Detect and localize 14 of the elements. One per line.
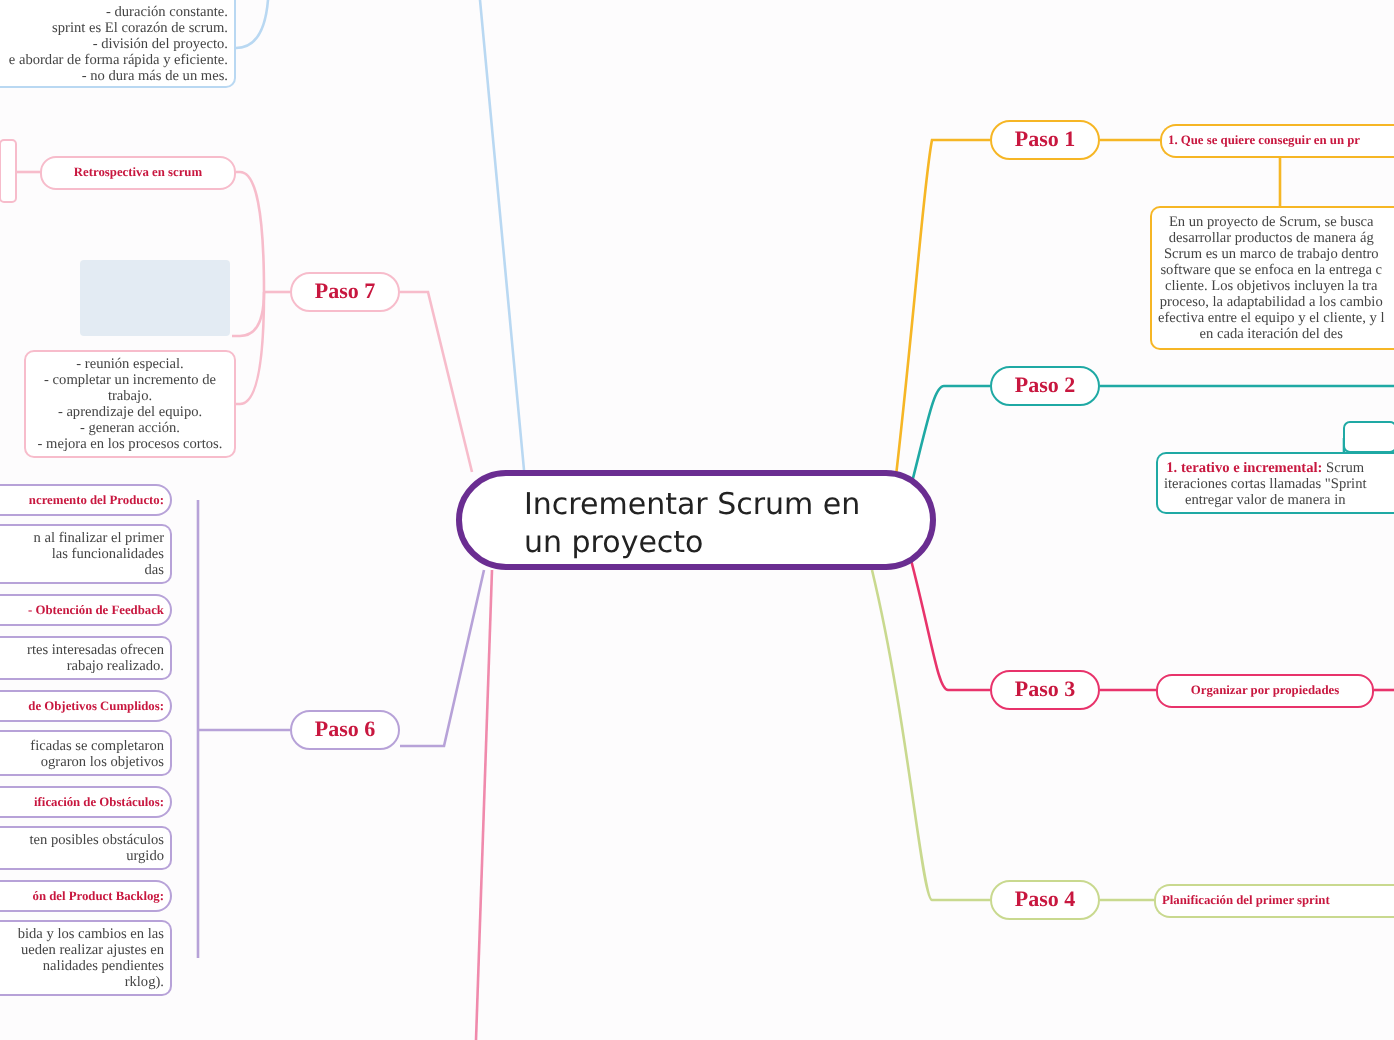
- branch-topic: Paso 4: [990, 880, 1100, 920]
- central-topic: Incrementar Scrum en un proyecto: [456, 470, 936, 570]
- connector-line: [1374, 688, 1394, 692]
- connector-line: [1278, 158, 1282, 206]
- connector-line: [1100, 688, 1156, 692]
- branch-topic: Paso 3: [990, 670, 1100, 710]
- connector-line: [1100, 898, 1154, 902]
- branch-topic: Paso 7: [290, 272, 400, 312]
- branch-topic: Paso 1: [990, 120, 1100, 160]
- connector-line: [16, 170, 40, 174]
- branch-topic: Paso 6: [290, 710, 400, 750]
- connector-line: [235, 0, 270, 50]
- connector-line: [1100, 138, 1160, 142]
- branch-topic: Paso 2: [990, 366, 1100, 406]
